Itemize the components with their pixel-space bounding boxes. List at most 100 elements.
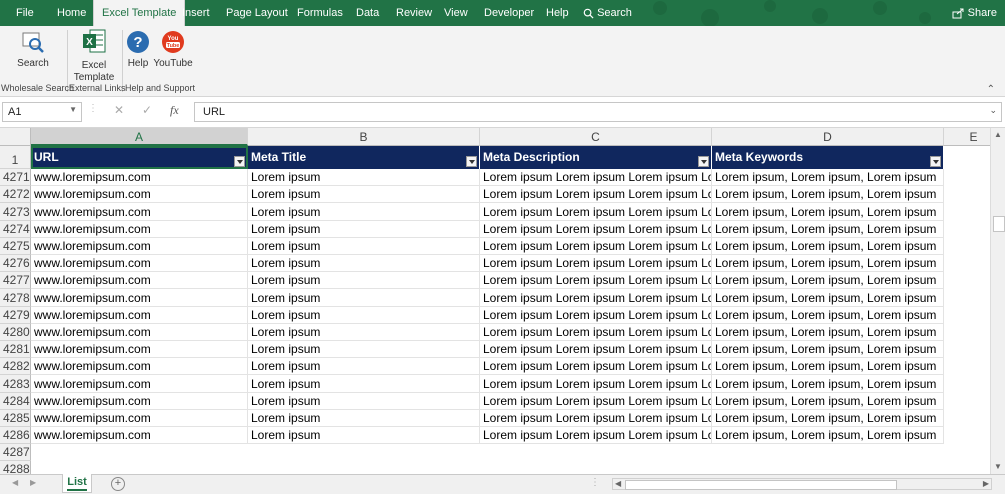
row-header[interactable]: 4287 [0,444,31,461]
cell-meta-keywords[interactable]: Lorem ipsum, Lorem ipsum, Lorem ipsum [712,169,944,186]
cancel-icon[interactable]: ✕ [114,103,124,117]
cell-url[interactable]: www.loremipsum.com [31,255,248,272]
prev-sheet-icon[interactable]: ◀ [12,478,18,487]
column-header-b[interactable]: B [248,128,480,146]
cell-meta-title[interactable]: Lorem ipsum [248,427,480,444]
cell-url[interactable]: www.loremipsum.com [31,203,248,221]
more-options-icon[interactable]: ⋮ [590,477,600,488]
tab-view[interactable]: View [444,0,468,26]
more-options-icon[interactable]: ⋮ [88,103,98,114]
tell-me-search[interactable]: Search [583,0,632,26]
cell-meta-description[interactable]: Lorem ipsum Lorem ipsum Lorem ipsum Lo [480,324,712,341]
cell-meta-title[interactable]: Lorem ipsum [248,358,480,375]
cell-meta-title[interactable]: Lorem ipsum [248,289,480,307]
column-header-e[interactable]: E [944,128,990,146]
column-header-a[interactable]: A [31,128,248,146]
cell-meta-title[interactable]: Lorem ipsum [248,324,480,341]
horizontal-scrollbar[interactable]: ◀ ▶ [612,478,992,490]
scroll-thumb[interactable] [625,480,897,490]
cell-meta-description[interactable]: Lorem ipsum Lorem ipsum Lorem ipsum Lo [480,289,712,307]
table-header-meta-description[interactable]: Meta Description [480,146,712,169]
cell-meta-title[interactable]: Lorem ipsum [248,272,480,289]
cell-url[interactable]: www.loremipsum.com [31,289,248,307]
tab-data[interactable]: Data [356,0,379,26]
cell-meta-keywords[interactable]: Lorem ipsum, Lorem ipsum, Lorem ipsum [712,255,944,272]
cell-meta-description[interactable]: Lorem ipsum Lorem ipsum Lorem ipsum Lo [480,238,712,255]
row-header[interactable]: 4271 [0,169,31,186]
row-header[interactable]: 4277 [0,272,31,289]
filter-dropdown-icon[interactable] [698,156,709,167]
worksheet-grid[interactable]: A B C D E 1 URL Meta Title Meta Descript… [0,128,990,474]
enter-check-icon[interactable]: ✓ [142,103,152,117]
table-header-meta-title[interactable]: Meta Title [248,146,480,169]
add-sheet-icon[interactable]: + [111,477,125,491]
tab-review[interactable]: Review [396,0,432,26]
cell-meta-keywords[interactable]: Lorem ipsum, Lorem ipsum, Lorem ipsum [712,427,944,444]
tab-home[interactable]: Home [57,0,86,26]
cell-url[interactable]: www.loremipsum.com [31,427,248,444]
cell-meta-description[interactable]: Lorem ipsum Lorem ipsum Lorem ipsum Lo [480,221,712,238]
search-button[interactable]: Search [14,30,52,70]
tab-formulas[interactable]: Formulas [297,0,343,26]
cell-meta-title[interactable]: Lorem ipsum [248,307,480,324]
cell-url[interactable]: www.loremipsum.com [31,307,248,324]
scroll-thumb[interactable] [993,216,1005,232]
scroll-right-icon[interactable]: ▶ [983,479,989,488]
cell-meta-description[interactable]: Lorem ipsum Lorem ipsum Lorem ipsum Lo [480,393,712,410]
table-header-meta-keywords[interactable]: Meta Keywords [712,146,944,169]
cell-meta-keywords[interactable]: Lorem ipsum, Lorem ipsum, Lorem ipsum [712,324,944,341]
cell-meta-description[interactable]: Lorem ipsum Lorem ipsum Lorem ipsum Lo [480,427,712,444]
cell-meta-description[interactable]: Lorem ipsum Lorem ipsum Lorem ipsum Lo [480,307,712,324]
cell-meta-keywords[interactable]: Lorem ipsum, Lorem ipsum, Lorem ipsum [712,221,944,238]
cell-url[interactable]: www.loremipsum.com [31,186,248,203]
cell-meta-title[interactable]: Lorem ipsum [248,393,480,410]
tab-excel-template[interactable]: Excel Template [93,0,186,26]
cell-meta-keywords[interactable]: Lorem ipsum, Lorem ipsum, Lorem ipsum [712,341,944,358]
excel-template-button[interactable]: X Excel Template [70,28,118,84]
filter-dropdown-icon[interactable] [466,156,477,167]
cell-meta-description[interactable]: Lorem ipsum Lorem ipsum Lorem ipsum Lo [480,272,712,289]
cell-url[interactable]: www.loremipsum.com [31,324,248,341]
row-header[interactable]: 1 [0,146,31,169]
sheet-tab-list[interactable]: List [62,474,92,493]
cell-meta-description[interactable]: Lorem ipsum Lorem ipsum Lorem ipsum Lo [480,410,712,427]
tab-file[interactable]: File [16,0,34,26]
cell-meta-title[interactable]: Lorem ipsum [248,169,480,186]
cell-url[interactable]: www.loremipsum.com [31,410,248,427]
column-header-d[interactable]: D [712,128,944,146]
expand-formula-icon[interactable]: ⌄ [989,105,997,116]
cell-meta-keywords[interactable]: Lorem ipsum, Lorem ipsum, Lorem ipsum [712,272,944,289]
row-header[interactable]: 4285 [0,410,31,427]
cell-meta-keywords[interactable]: Lorem ipsum, Lorem ipsum, Lorem ipsum [712,186,944,203]
tab-insert[interactable]: Insert [182,0,210,26]
cell-meta-description[interactable]: Lorem ipsum Lorem ipsum Lorem ipsum Lo [480,203,712,221]
cell-url[interactable]: www.loremipsum.com [31,169,248,186]
cell-meta-keywords[interactable]: Lorem ipsum, Lorem ipsum, Lorem ipsum [712,393,944,410]
youtube-button[interactable]: You Tube YouTube [153,30,193,70]
cell-meta-title[interactable]: Lorem ipsum [248,410,480,427]
row-header[interactable]: 4274 [0,221,31,238]
cell-meta-title[interactable]: Lorem ipsum [248,186,480,203]
tab-help[interactable]: Help [546,0,569,26]
formula-input[interactable]: URL ⌄ [194,102,1002,122]
cell-meta-keywords[interactable]: Lorem ipsum, Lorem ipsum, Lorem ipsum [712,410,944,427]
row-header[interactable]: 4284 [0,393,31,410]
cell-meta-title[interactable]: Lorem ipsum [248,255,480,272]
cell-meta-title[interactable]: Lorem ipsum [248,238,480,255]
row-header[interactable]: 4283 [0,375,31,393]
cell-meta-description[interactable]: Lorem ipsum Lorem ipsum Lorem ipsum Lo [480,186,712,203]
cell-meta-description[interactable]: Lorem ipsum Lorem ipsum Lorem ipsum Lo [480,358,712,375]
scroll-down-icon[interactable]: ▼ [994,462,1002,471]
row-header[interactable]: 4275 [0,238,31,255]
cell-meta-keywords[interactable]: Lorem ipsum, Lorem ipsum, Lorem ipsum [712,289,944,307]
cell-meta-description[interactable]: Lorem ipsum Lorem ipsum Lorem ipsum Lo [480,341,712,358]
row-header[interactable]: 4282 [0,358,31,375]
row-header[interactable]: 4280 [0,324,31,341]
cell-meta-title[interactable]: Lorem ipsum [248,203,480,221]
cell-url[interactable]: www.loremipsum.com [31,221,248,238]
cell-meta-keywords[interactable]: Lorem ipsum, Lorem ipsum, Lorem ipsum [712,238,944,255]
tab-developer[interactable]: Developer [484,0,534,26]
scroll-up-icon[interactable]: ▲ [994,130,1002,139]
cell-meta-description[interactable]: Lorem ipsum Lorem ipsum Lorem ipsum Lo [480,255,712,272]
help-button[interactable]: ? Help [125,30,151,70]
